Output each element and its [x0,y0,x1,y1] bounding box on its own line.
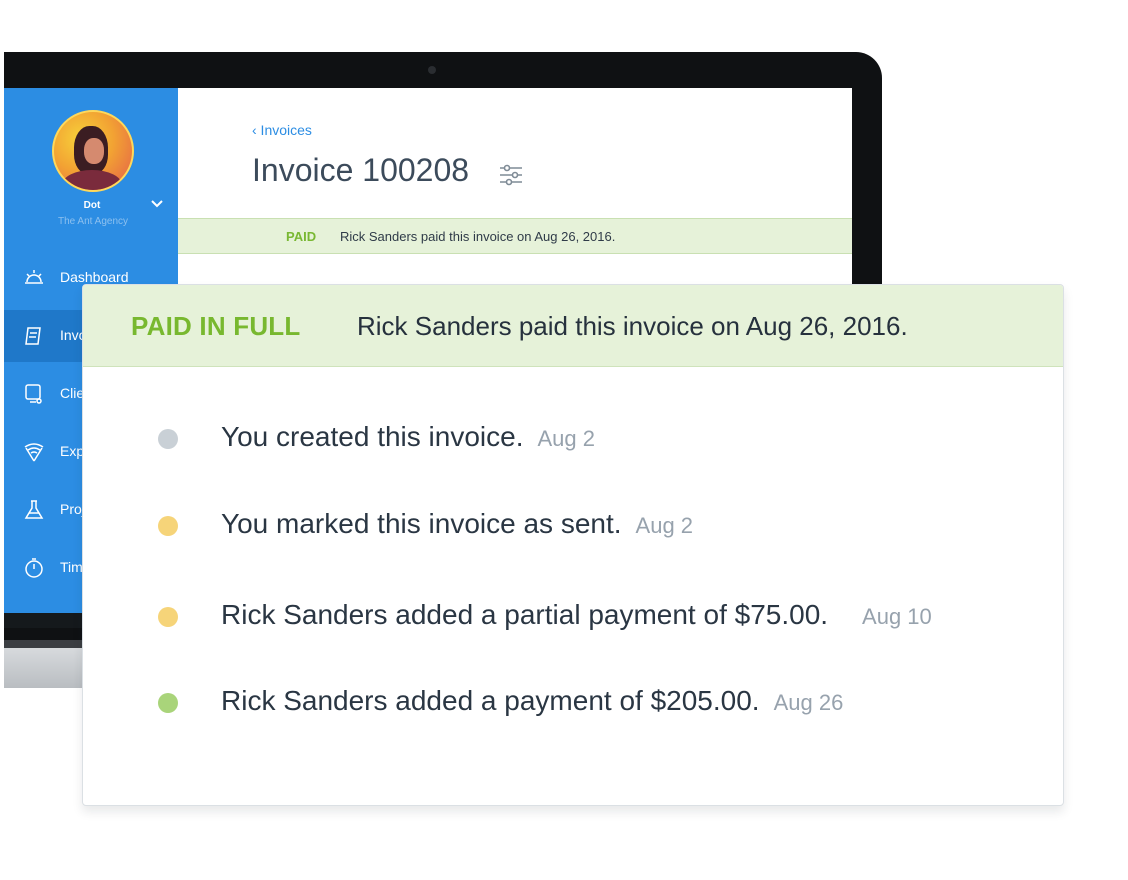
history-item: Rick Sanders added a payment of $205.00.… [83,679,1063,719]
history-date: Aug 26 [773,690,844,715]
status-dot [158,693,178,713]
dashboard-icon [22,266,46,290]
expenses-icon [22,440,46,464]
history-description: You marked this invoice as sent. [221,508,622,539]
clients-icon [22,382,46,406]
page-title: Invoice 100208 [252,152,470,188]
avatar-shoulders [62,170,122,190]
account-name: Dot [83,200,101,211]
invoice-history-card: PAID IN FULL Rick Sanders paid this invo… [82,284,1064,806]
camera [428,66,436,74]
laptop-base [4,648,94,688]
history-text: You created this invoice. Aug 2 [221,421,595,453]
avatar-face [84,138,104,164]
back-to-invoices-link[interactable]: ‹ Invoices [252,122,312,138]
account-org: The Ant Agency [57,216,129,227]
invoice-icon [22,324,46,348]
status-message: Rick Sanders paid this invoice on Aug 26… [357,311,908,341]
paid-status-strip: PAID Rick Sanders paid this invoice on A… [178,218,852,254]
history-text: You marked this invoice as sent. Aug 2 [221,508,693,540]
paid-in-full-banner: PAID IN FULL Rick Sanders paid this invo… [83,285,1063,367]
history-item: Rick Sanders added a partial payment of … [83,593,1063,633]
chevron-down-icon[interactable] [150,196,164,212]
status-dot [158,516,178,536]
projects-icon [22,498,46,522]
status-dot [158,429,178,449]
status-message: Rick Sanders paid this invoice on Aug 26… [340,229,616,244]
status-dot [158,607,178,627]
history-item: You marked this invoice as sent. Aug 2 [83,502,1063,542]
history-description: You created this invoice. [221,421,524,452]
history-description: Rick Sanders added a payment of $205.00. [221,685,760,716]
history-date: Aug 10 [862,604,932,629]
sidebar-item-label: Dashboard [60,269,129,285]
marketing-stage: Dot The Ant Agency Dashboard Invoices [0,0,1128,880]
history-date: Aug 2 [537,426,596,451]
status-badge: PAID [286,229,317,244]
timer-icon [22,556,46,580]
history-description: Rick Sanders added a partial payment of … [221,599,829,630]
history-text: Rick Sanders added a payment of $205.00.… [221,685,843,717]
avatar[interactable] [52,110,134,192]
history-date: Aug 2 [635,513,694,538]
status-badge: PAID IN FULL [131,311,301,341]
history-item: You created this invoice. Aug 2 [83,415,1063,455]
settings-sliders-icon[interactable] [496,160,526,190]
history-text: Rick Sanders added a partial payment of … [221,599,932,631]
